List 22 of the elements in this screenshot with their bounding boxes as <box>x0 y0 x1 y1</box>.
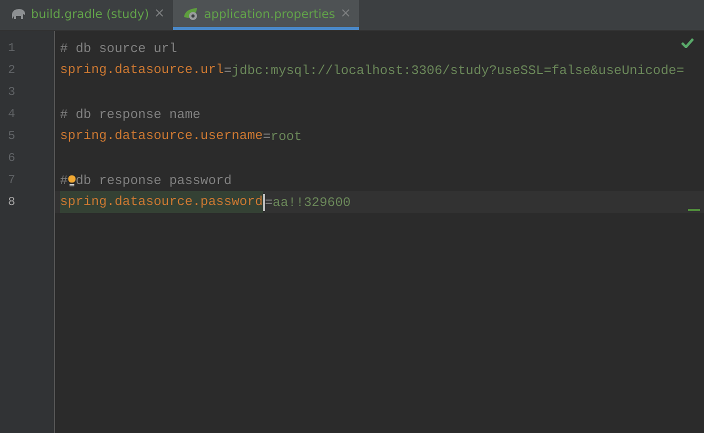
close-icon[interactable]: × <box>154 6 165 21</box>
comment-text: db response password <box>76 172 232 188</box>
comment-mark: # <box>60 172 68 188</box>
file-tab[interactable]: build.gradle (study) × <box>0 0 173 30</box>
comment-text: # db source url <box>60 40 178 56</box>
property-value: root <box>270 128 302 144</box>
property-key: spring.datasource.password <box>60 191 263 213</box>
close-icon[interactable]: × <box>340 6 352 21</box>
equals-sign: = <box>224 62 232 78</box>
leaf-gear-icon <box>182 6 199 20</box>
elephant-icon <box>10 8 26 20</box>
property-value: aa!!329600 <box>272 194 351 210</box>
change-marker <box>688 209 700 211</box>
property-key: spring.datasource.username <box>60 125 263 147</box>
file-tab[interactable]: application.properties × <box>172 0 360 30</box>
property-key: spring.datasource.url <box>60 59 224 81</box>
property-value: jdbc:mysql://localhost:3306/study?useSSL=false&useUnicode= <box>232 62 684 78</box>
lightbulb-icon[interactable] <box>68 172 76 188</box>
equals-sign: = <box>264 194 273 210</box>
equals-sign: = <box>262 128 271 144</box>
comment-text: # db response name <box>60 106 200 122</box>
line-number: 8 <box>7 194 16 211</box>
